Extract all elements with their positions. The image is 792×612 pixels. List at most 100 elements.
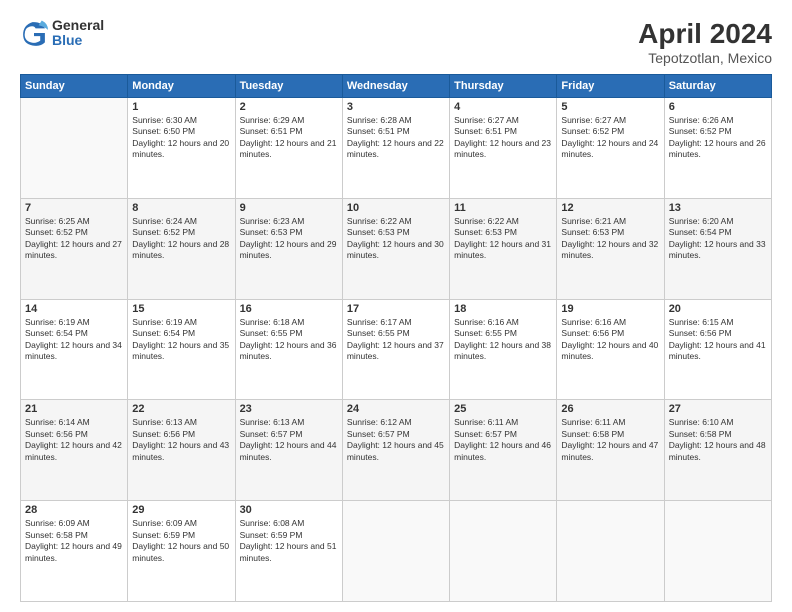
column-header-thursday: Thursday: [450, 75, 557, 98]
calendar-cell: 29 Sunrise: 6:09 AMSunset: 6:59 PMDaylig…: [128, 501, 235, 602]
day-number: 29: [132, 504, 230, 516]
day-number: 8: [132, 202, 230, 214]
day-info: Sunrise: 6:15 AMSunset: 6:56 PMDaylight:…: [669, 317, 766, 361]
day-number: 7: [25, 202, 123, 214]
calendar-cell: 7 Sunrise: 6:25 AMSunset: 6:52 PMDayligh…: [21, 198, 128, 299]
day-info: Sunrise: 6:22 AMSunset: 6:53 PMDaylight:…: [347, 216, 444, 260]
page: General Blue April 2024 Tepotzotlan, Mex…: [0, 0, 792, 612]
calendar-cell: 15 Sunrise: 6:19 AMSunset: 6:54 PMDaylig…: [128, 299, 235, 400]
day-info: Sunrise: 6:27 AMSunset: 6:52 PMDaylight:…: [561, 115, 658, 159]
calendar-cell: 27 Sunrise: 6:10 AMSunset: 6:58 PMDaylig…: [664, 400, 771, 501]
calendar-cell: 3 Sunrise: 6:28 AMSunset: 6:51 PMDayligh…: [342, 98, 449, 199]
day-info: Sunrise: 6:25 AMSunset: 6:52 PMDaylight:…: [25, 216, 122, 260]
column-header-monday: Monday: [128, 75, 235, 98]
calendar-cell: 19 Sunrise: 6:16 AMSunset: 6:56 PMDaylig…: [557, 299, 664, 400]
calendar-table: SundayMondayTuesdayWednesdayThursdayFrid…: [20, 74, 772, 602]
column-header-tuesday: Tuesday: [235, 75, 342, 98]
day-number: 4: [454, 101, 552, 113]
day-info: Sunrise: 6:14 AMSunset: 6:56 PMDaylight:…: [25, 417, 122, 461]
calendar-cell: [557, 501, 664, 602]
day-number: 30: [240, 504, 338, 516]
day-number: 28: [25, 504, 123, 516]
logo-text: General Blue: [52, 18, 104, 49]
calendar-cell: 9 Sunrise: 6:23 AMSunset: 6:53 PMDayligh…: [235, 198, 342, 299]
calendar-cell: 22 Sunrise: 6:13 AMSunset: 6:56 PMDaylig…: [128, 400, 235, 501]
day-info: Sunrise: 6:21 AMSunset: 6:53 PMDaylight:…: [561, 216, 658, 260]
calendar-cell: 8 Sunrise: 6:24 AMSunset: 6:52 PMDayligh…: [128, 198, 235, 299]
day-info: Sunrise: 6:12 AMSunset: 6:57 PMDaylight:…: [347, 417, 444, 461]
calendar-cell: 4 Sunrise: 6:27 AMSunset: 6:51 PMDayligh…: [450, 98, 557, 199]
calendar-cell: 23 Sunrise: 6:13 AMSunset: 6:57 PMDaylig…: [235, 400, 342, 501]
day-number: 5: [561, 101, 659, 113]
day-number: 3: [347, 101, 445, 113]
column-header-wednesday: Wednesday: [342, 75, 449, 98]
calendar-week-row: 21 Sunrise: 6:14 AMSunset: 6:56 PMDaylig…: [21, 400, 772, 501]
day-number: 15: [132, 303, 230, 315]
day-info: Sunrise: 6:19 AMSunset: 6:54 PMDaylight:…: [132, 317, 229, 361]
calendar-cell: 5 Sunrise: 6:27 AMSunset: 6:52 PMDayligh…: [557, 98, 664, 199]
day-info: Sunrise: 6:16 AMSunset: 6:55 PMDaylight:…: [454, 317, 551, 361]
day-info: Sunrise: 6:13 AMSunset: 6:56 PMDaylight:…: [132, 417, 229, 461]
day-info: Sunrise: 6:27 AMSunset: 6:51 PMDaylight:…: [454, 115, 551, 159]
calendar-cell: [342, 501, 449, 602]
day-number: 16: [240, 303, 338, 315]
day-number: 21: [25, 403, 123, 415]
day-info: Sunrise: 6:26 AMSunset: 6:52 PMDaylight:…: [669, 115, 766, 159]
day-info: Sunrise: 6:30 AMSunset: 6:50 PMDaylight:…: [132, 115, 229, 159]
calendar-cell: 26 Sunrise: 6:11 AMSunset: 6:58 PMDaylig…: [557, 400, 664, 501]
day-info: Sunrise: 6:28 AMSunset: 6:51 PMDaylight:…: [347, 115, 444, 159]
day-info: Sunrise: 6:19 AMSunset: 6:54 PMDaylight:…: [25, 317, 122, 361]
day-number: 11: [454, 202, 552, 214]
calendar-cell: 6 Sunrise: 6:26 AMSunset: 6:52 PMDayligh…: [664, 98, 771, 199]
day-info: Sunrise: 6:18 AMSunset: 6:55 PMDaylight:…: [240, 317, 337, 361]
day-info: Sunrise: 6:11 AMSunset: 6:58 PMDaylight:…: [561, 417, 658, 461]
calendar-cell: 11 Sunrise: 6:22 AMSunset: 6:53 PMDaylig…: [450, 198, 557, 299]
day-info: Sunrise: 6:09 AMSunset: 6:58 PMDaylight:…: [25, 518, 122, 562]
calendar-cell: 16 Sunrise: 6:18 AMSunset: 6:55 PMDaylig…: [235, 299, 342, 400]
day-number: 14: [25, 303, 123, 315]
calendar-week-row: 1 Sunrise: 6:30 AMSunset: 6:50 PMDayligh…: [21, 98, 772, 199]
day-number: 10: [347, 202, 445, 214]
logo-blue-text: Blue: [52, 33, 104, 48]
day-number: 9: [240, 202, 338, 214]
day-number: 17: [347, 303, 445, 315]
calendar-week-row: 28 Sunrise: 6:09 AMSunset: 6:58 PMDaylig…: [21, 501, 772, 602]
day-number: 23: [240, 403, 338, 415]
calendar-cell: 24 Sunrise: 6:12 AMSunset: 6:57 PMDaylig…: [342, 400, 449, 501]
calendar-cell: 10 Sunrise: 6:22 AMSunset: 6:53 PMDaylig…: [342, 198, 449, 299]
calendar-cell: [664, 501, 771, 602]
logo: General Blue: [20, 18, 104, 49]
day-number: 26: [561, 403, 659, 415]
day-info: Sunrise: 6:22 AMSunset: 6:53 PMDaylight:…: [454, 216, 551, 260]
day-number: 2: [240, 101, 338, 113]
subtitle: Tepotzotlan, Mexico: [638, 50, 772, 66]
header: General Blue April 2024 Tepotzotlan, Mex…: [20, 18, 772, 66]
main-title: April 2024: [638, 18, 772, 50]
day-number: 12: [561, 202, 659, 214]
day-info: Sunrise: 6:23 AMSunset: 6:53 PMDaylight:…: [240, 216, 337, 260]
calendar-cell: 21 Sunrise: 6:14 AMSunset: 6:56 PMDaylig…: [21, 400, 128, 501]
day-number: 18: [454, 303, 552, 315]
day-info: Sunrise: 6:29 AMSunset: 6:51 PMDaylight:…: [240, 115, 337, 159]
day-number: 13: [669, 202, 767, 214]
day-info: Sunrise: 6:10 AMSunset: 6:58 PMDaylight:…: [669, 417, 766, 461]
day-info: Sunrise: 6:20 AMSunset: 6:54 PMDaylight:…: [669, 216, 766, 260]
logo-general-text: General: [52, 18, 104, 33]
day-info: Sunrise: 6:09 AMSunset: 6:59 PMDaylight:…: [132, 518, 229, 562]
day-info: Sunrise: 6:13 AMSunset: 6:57 PMDaylight:…: [240, 417, 337, 461]
day-number: 25: [454, 403, 552, 415]
title-block: April 2024 Tepotzotlan, Mexico: [638, 18, 772, 66]
day-number: 27: [669, 403, 767, 415]
day-info: Sunrise: 6:16 AMSunset: 6:56 PMDaylight:…: [561, 317, 658, 361]
calendar-cell: 25 Sunrise: 6:11 AMSunset: 6:57 PMDaylig…: [450, 400, 557, 501]
calendar-cell: 20 Sunrise: 6:15 AMSunset: 6:56 PMDaylig…: [664, 299, 771, 400]
calendar-cell: 13 Sunrise: 6:20 AMSunset: 6:54 PMDaylig…: [664, 198, 771, 299]
calendar-header-row: SundayMondayTuesdayWednesdayThursdayFrid…: [21, 75, 772, 98]
day-info: Sunrise: 6:24 AMSunset: 6:52 PMDaylight:…: [132, 216, 229, 260]
day-info: Sunrise: 6:11 AMSunset: 6:57 PMDaylight:…: [454, 417, 551, 461]
calendar-cell: [450, 501, 557, 602]
calendar-cell: 18 Sunrise: 6:16 AMSunset: 6:55 PMDaylig…: [450, 299, 557, 400]
calendar-week-row: 7 Sunrise: 6:25 AMSunset: 6:52 PMDayligh…: [21, 198, 772, 299]
day-number: 22: [132, 403, 230, 415]
column-header-sunday: Sunday: [21, 75, 128, 98]
